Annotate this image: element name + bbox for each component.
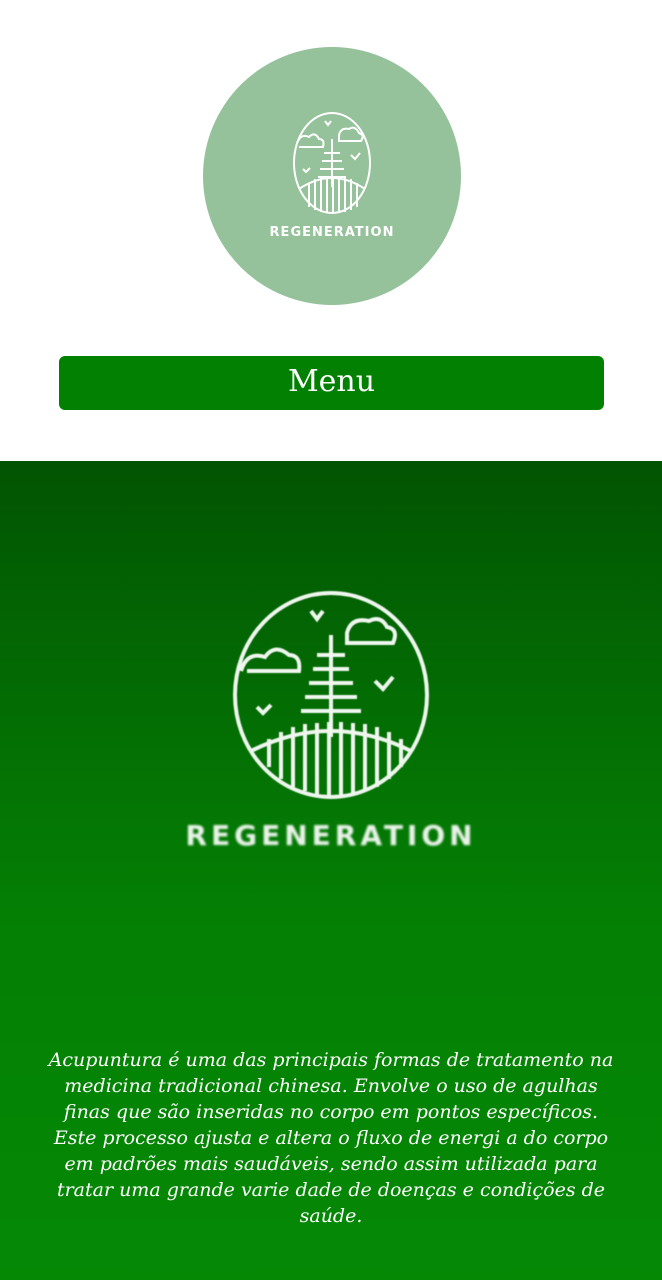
hero-logo-text: REGENERATION <box>185 819 477 852</box>
hero-section: REGENERATION Acupuntura é uma das princi… <box>0 461 662 1280</box>
menu-button[interactable]: Menu <box>59 356 604 410</box>
acupuncture-description: Acupuntura é uma das principais formas d… <box>48 1049 614 1227</box>
logo-text: REGENERATION <box>269 225 395 240</box>
page: REGENERATION Menu REGENERATION Acupuntur… <box>0 0 662 1280</box>
tree-landscape-emblem-icon <box>233 591 429 799</box>
tree-landscape-emblem-icon <box>293 112 371 214</box>
header-logo[interactable]: REGENERATION <box>203 47 461 305</box>
